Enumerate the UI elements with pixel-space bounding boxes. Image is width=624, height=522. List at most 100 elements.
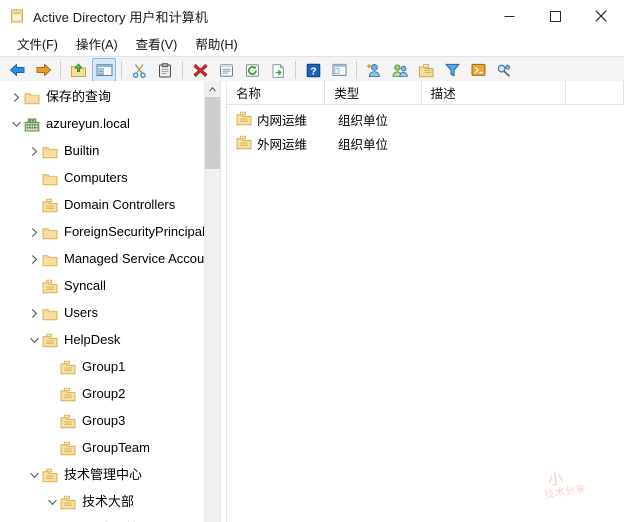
- paste-icon[interactable]: [153, 58, 177, 82]
- toolbar-separator: [121, 61, 122, 79]
- tree-item-label: Computers: [64, 170, 128, 185]
- tree-item-group1[interactable]: Group1: [0, 354, 204, 381]
- details-list-pane: 名称 类型 描述 内网运维 组织单位 外网运维 组织单位: [227, 81, 624, 522]
- chevron-right-icon[interactable]: [26, 306, 42, 322]
- organizational-unit-icon: [42, 333, 58, 349]
- delete-icon[interactable]: [188, 58, 212, 82]
- menu-file[interactable]: 文件(F): [8, 31, 67, 57]
- tree-item-product-management[interactable]: 产品管理: [0, 516, 204, 522]
- pane-splitter[interactable]: [220, 81, 227, 522]
- console-tree[interactable]: 保存的查询 azureyun.local Builtin Computers Domai…: [0, 81, 204, 522]
- filter-icon[interactable]: [440, 58, 464, 82]
- tree-item-tech-management-center[interactable]: 技术管理中心: [0, 462, 204, 489]
- tree-item-label: Managed Service Accou: [64, 251, 204, 266]
- tree-item-saved-queries[interactable]: 保存的查询: [0, 84, 204, 111]
- toolbar-separator: [182, 61, 183, 79]
- folder-icon: [42, 252, 58, 268]
- saved-query-icon[interactable]: [466, 58, 490, 82]
- menu-action[interactable]: 操作(A): [67, 31, 127, 57]
- back-icon[interactable]: [5, 58, 29, 82]
- twisty-placeholder: [44, 387, 60, 403]
- column-header-spare[interactable]: [566, 81, 624, 104]
- tree-item-managed-service-accounts[interactable]: Managed Service Accou: [0, 246, 204, 273]
- refresh-icon[interactable]: [240, 58, 264, 82]
- table-row[interactable]: 外网运维 组织单位: [227, 131, 624, 155]
- new-ou-icon[interactable]: [414, 58, 438, 82]
- twisty-placeholder: [44, 414, 60, 430]
- organizational-unit-icon: [42, 279, 58, 295]
- properties-icon[interactable]: [214, 58, 238, 82]
- tree-item-computers[interactable]: Computers: [0, 165, 204, 192]
- chevron-down-icon[interactable]: [26, 468, 42, 484]
- column-header-label: 描述: [430, 87, 456, 101]
- tree-item-builtin[interactable]: Builtin: [0, 138, 204, 165]
- tree-item-foreignsecurityprincipals[interactable]: ForeignSecurityPrincipal: [0, 219, 204, 246]
- tree-item-group2[interactable]: Group2: [0, 381, 204, 408]
- organizational-unit-icon: [42, 198, 58, 214]
- organizational-unit-icon: [60, 495, 76, 511]
- close-button[interactable]: [578, 0, 624, 32]
- cell-name: 外网运维: [227, 134, 329, 153]
- tree-item-users[interactable]: Users: [0, 300, 204, 327]
- list-rows[interactable]: 内网运维 组织单位 外网运维 组织单位: [227, 105, 624, 155]
- forward-icon[interactable]: [31, 58, 55, 82]
- svg-text:?: ?: [310, 65, 316, 77]
- ad-users-and-computers-window: Active Directory 用户和计算机 文件(F) 操作(A) 查看(V…: [0, 0, 624, 522]
- organizational-unit-icon: [236, 111, 252, 127]
- show-hide-console-tree-icon[interactable]: [92, 58, 116, 82]
- tree-item-groupteam[interactable]: GroupTeam: [0, 435, 204, 462]
- twisty-placeholder: [26, 198, 42, 214]
- maximize-button[interactable]: [532, 0, 578, 32]
- chevron-right-icon[interactable]: [8, 90, 24, 106]
- toolbar: ?: [0, 56, 624, 84]
- cell-name-label: 外网运维: [257, 137, 308, 152]
- column-header-name[interactable]: 名称: [227, 81, 326, 104]
- tree-item-label: 保存的查询: [46, 89, 112, 104]
- table-row[interactable]: 内网运维 组织单位: [227, 107, 624, 131]
- chevron-down-icon[interactable]: [26, 333, 42, 349]
- tree-vertical-scrollbar[interactable]: [204, 81, 220, 522]
- tree-item-azureyun-local[interactable]: azureyun.local: [0, 111, 204, 138]
- find-icon[interactable]: [492, 58, 516, 82]
- export-list-icon[interactable]: [266, 58, 290, 82]
- organizational-unit-icon: [60, 414, 76, 430]
- tree-item-label: HelpDesk: [64, 332, 121, 347]
- tree-item-label: Builtin: [64, 143, 100, 158]
- tree-item-syncall[interactable]: Syncall: [0, 273, 204, 300]
- menu-help[interactable]: 帮助(H): [186, 31, 246, 57]
- scroll-up-arrow-icon[interactable]: [205, 81, 220, 97]
- title-bar: Active Directory 用户和计算机: [0, 0, 624, 32]
- tree-item-group3[interactable]: Group3: [0, 408, 204, 435]
- organizational-unit-icon: [42, 468, 58, 484]
- tree-item-helpdesk[interactable]: HelpDesk: [0, 327, 204, 354]
- chevron-right-icon[interactable]: [26, 225, 42, 241]
- console-tree-pane: 保存的查询 azureyun.local Builtin Computers Domai…: [0, 81, 204, 522]
- up-one-level-icon[interactable]: [66, 58, 90, 82]
- tree-item-label: 技术管理中心: [64, 467, 143, 482]
- new-user-icon[interactable]: [362, 58, 386, 82]
- scrollbar-thumb[interactable]: [205, 97, 220, 169]
- cell-name-label: 内网运维: [257, 113, 308, 128]
- cell-type: 组织单位: [338, 113, 389, 128]
- chevron-down-icon[interactable]: [44, 495, 60, 511]
- column-header-description[interactable]: 描述: [422, 81, 567, 104]
- cut-icon[interactable]: [127, 58, 151, 82]
- column-header-type[interactable]: 类型: [325, 81, 422, 104]
- window-title: Active Directory 用户和计算机: [33, 9, 208, 25]
- twisty-placeholder: [44, 360, 60, 376]
- chevron-right-icon[interactable]: [26, 144, 42, 160]
- tree-item-label: azureyun.local: [46, 116, 130, 131]
- minimize-button[interactable]: [486, 0, 532, 32]
- chevron-down-icon[interactable]: [8, 117, 24, 133]
- show-window-icon[interactable]: [327, 58, 351, 82]
- chevron-right-icon[interactable]: [26, 252, 42, 268]
- organizational-unit-icon: [236, 135, 252, 151]
- new-group-icon[interactable]: [388, 58, 412, 82]
- menu-view[interactable]: 查看(V): [127, 31, 187, 57]
- help-icon[interactable]: ?: [301, 58, 325, 82]
- organizational-unit-icon: [60, 441, 76, 457]
- tree-item-domain-controllers[interactable]: Domain Controllers: [0, 192, 204, 219]
- twisty-placeholder: [44, 441, 60, 457]
- tree-item-tech-department[interactable]: 技术大部: [0, 489, 204, 516]
- twisty-placeholder: [26, 171, 42, 187]
